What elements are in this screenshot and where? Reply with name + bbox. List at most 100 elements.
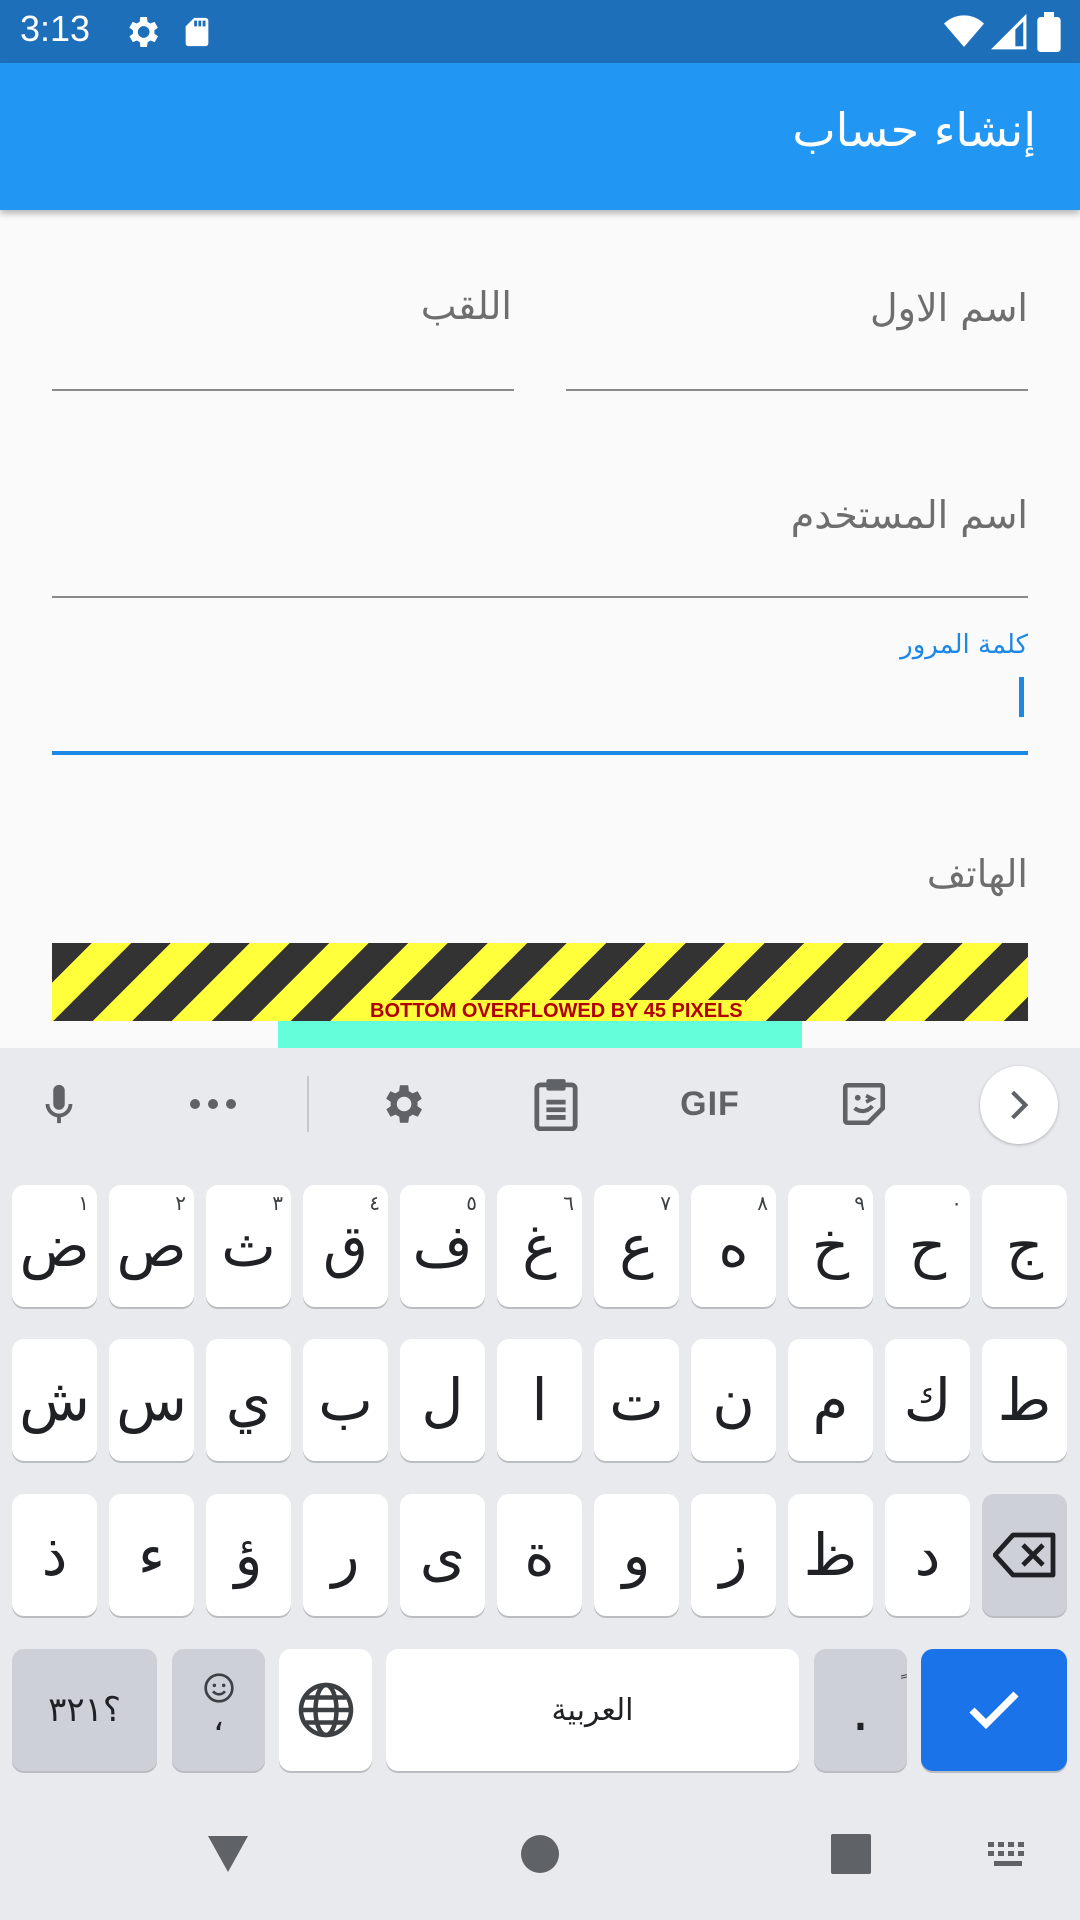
key-char: ز xyxy=(719,1521,748,1589)
key[interactable]: ر xyxy=(303,1494,388,1616)
key[interactable]: ش xyxy=(12,1339,97,1461)
key-char: ء xyxy=(137,1521,166,1589)
navigation-bar xyxy=(0,1790,1080,1920)
backspace-key[interactable] xyxy=(982,1494,1067,1616)
first-name-label: اسم الاول xyxy=(870,286,1028,330)
key[interactable]: ح٠ xyxy=(885,1185,970,1307)
keyboard-switch-icon[interactable] xyxy=(986,1840,1030,1870)
key-char: و xyxy=(622,1521,651,1589)
key[interactable]: ؤ xyxy=(206,1494,291,1616)
space-label: العربية xyxy=(551,1692,634,1728)
overflow-warning-text: BOTTOM OVERFLOWED BY 45 PIXELS xyxy=(368,1000,745,1023)
key-char: ا xyxy=(531,1366,548,1434)
gif-button[interactable]: GIF xyxy=(680,1074,740,1134)
key-char: ق xyxy=(322,1212,368,1280)
key[interactable]: ث٣ xyxy=(206,1185,291,1307)
key-hint: ٤ xyxy=(369,1191,380,1215)
key-char: س xyxy=(116,1366,187,1434)
key-char: ن xyxy=(712,1366,755,1434)
mic-icon[interactable] xyxy=(29,1074,89,1134)
home-icon[interactable] xyxy=(520,1834,560,1874)
symbols-key[interactable]: ؟٣٢١ xyxy=(12,1649,157,1771)
symbols-label: ؟٣٢١ xyxy=(48,1690,121,1730)
check-icon xyxy=(969,1691,1019,1730)
key[interactable]: ج xyxy=(982,1185,1067,1307)
key[interactable]: د xyxy=(885,1494,970,1616)
key-char: م xyxy=(812,1366,849,1434)
key[interactable]: غ٦ xyxy=(497,1185,582,1307)
key[interactable]: ب xyxy=(303,1339,388,1461)
sticker-icon[interactable] xyxy=(834,1074,894,1134)
key-char: ظ xyxy=(803,1521,858,1589)
key[interactable]: ط xyxy=(982,1339,1067,1461)
toolbar-separator xyxy=(307,1076,309,1132)
key[interactable]: ت xyxy=(594,1339,679,1461)
key[interactable]: ل xyxy=(400,1339,485,1461)
key[interactable]: ذ xyxy=(12,1494,97,1616)
key[interactable]: ض١ xyxy=(12,1185,97,1307)
key[interactable]: ة xyxy=(497,1494,582,1616)
key[interactable]: ء xyxy=(109,1494,194,1616)
key[interactable]: و xyxy=(594,1494,679,1616)
emoji-comma-key[interactable]: ، xyxy=(172,1649,265,1771)
key-char: ى xyxy=(419,1521,466,1589)
status-bar: 3:13 xyxy=(0,0,1080,63)
gear-icon xyxy=(129,17,158,47)
key-char: ب xyxy=(318,1366,373,1434)
key[interactable]: ى xyxy=(400,1494,485,1616)
key-char: ذ xyxy=(41,1521,68,1589)
key[interactable]: ع٧ xyxy=(594,1185,679,1307)
comma-label: ، xyxy=(213,1699,224,1739)
key-hint: ٣ xyxy=(272,1191,283,1215)
key-char: ض xyxy=(19,1212,90,1280)
key[interactable]: ز xyxy=(691,1494,776,1616)
key[interactable]: م xyxy=(788,1339,873,1461)
globe-icon xyxy=(298,1682,353,1738)
key-hint: ٥ xyxy=(466,1191,477,1215)
settings-icon[interactable] xyxy=(372,1074,432,1134)
key-char: ش xyxy=(19,1366,90,1434)
gif-label: GIF xyxy=(680,1084,740,1123)
chevron-right-icon[interactable] xyxy=(980,1066,1058,1144)
key-char: خ xyxy=(811,1212,850,1280)
space-key[interactable]: العربية xyxy=(386,1649,799,1771)
key[interactable]: ن xyxy=(691,1339,776,1461)
period-label: . xyxy=(851,1676,870,1744)
key[interactable]: س xyxy=(109,1339,194,1461)
key-char: ك xyxy=(903,1366,952,1434)
globe-key[interactable] xyxy=(279,1649,372,1771)
password-underline xyxy=(52,751,1028,755)
key-hint: ١ xyxy=(78,1191,89,1215)
key-char: ت xyxy=(609,1366,664,1434)
key[interactable]: ي xyxy=(206,1339,291,1461)
key-char: ة xyxy=(524,1521,555,1589)
key[interactable]: ص٢ xyxy=(109,1185,194,1307)
page-title: إنشاء حساب xyxy=(792,103,1036,157)
phone-label: الهاتف xyxy=(926,852,1028,896)
key[interactable]: ك xyxy=(885,1339,970,1461)
enter-key[interactable] xyxy=(921,1649,1067,1771)
key-hint: ٠ xyxy=(951,1191,962,1215)
key-char: ل xyxy=(421,1366,464,1434)
key-char: غ xyxy=(522,1212,557,1280)
recents-icon[interactable] xyxy=(831,1834,871,1874)
clipboard-icon[interactable] xyxy=(526,1074,586,1134)
period-key[interactable]: . ٍ xyxy=(814,1649,907,1771)
key[interactable]: خ٩ xyxy=(788,1185,873,1307)
back-icon[interactable] xyxy=(206,1834,250,1874)
key[interactable]: ظ xyxy=(788,1494,873,1616)
key-char: ج xyxy=(1005,1212,1044,1280)
key-char: ط xyxy=(997,1366,1052,1434)
sd-card-icon xyxy=(185,17,209,47)
username-underline xyxy=(52,596,1028,598)
key-hint: ٢ xyxy=(175,1191,186,1215)
text-cursor xyxy=(1019,677,1024,717)
key[interactable]: ا xyxy=(497,1339,582,1461)
key-hint: ٨ xyxy=(757,1191,768,1215)
key-char: ي xyxy=(225,1366,272,1434)
more-dots-icon[interactable] xyxy=(183,1074,243,1134)
key-hint: ٧ xyxy=(660,1191,671,1215)
key[interactable]: ه٨ xyxy=(691,1185,776,1307)
key[interactable]: ف٥ xyxy=(400,1185,485,1307)
key[interactable]: ق٤ xyxy=(303,1185,388,1307)
